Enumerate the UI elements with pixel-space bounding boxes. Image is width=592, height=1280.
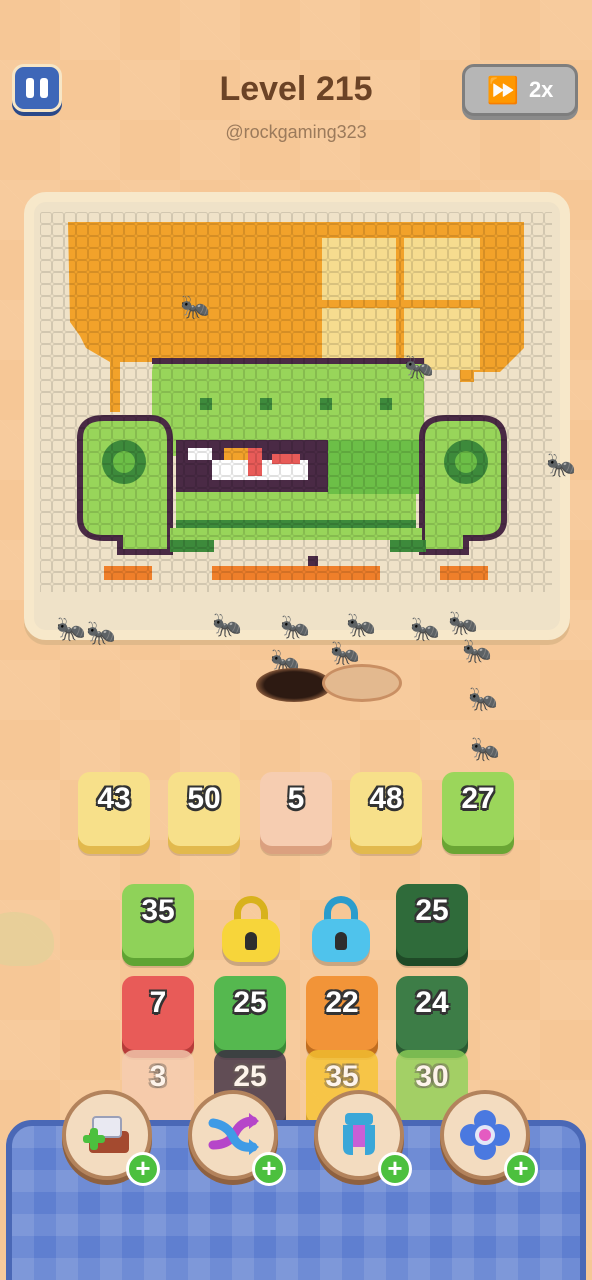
speed-button[interactable]: ⏩ 2x [462, 64, 578, 116]
flower-icon [460, 1110, 510, 1160]
grid-tile[interactable]: 25 [214, 976, 286, 1050]
flower-plus-button[interactable]: + [504, 1152, 538, 1186]
ant-icon: 🐜 [448, 610, 478, 637]
conveyor-tile[interactable]: 48 [350, 772, 422, 846]
ant-icon: 🐜 [470, 736, 500, 763]
conveyor-tile[interactable]: 27 [442, 772, 514, 846]
plant-decoration [0, 912, 54, 966]
grid-tile[interactable]: 35 [122, 884, 194, 958]
hole-lid [322, 664, 402, 702]
ant-icon: 🐜 [462, 638, 492, 665]
ant-icon: 🐜 [410, 616, 440, 643]
fast-forward-icon: ⏩ [486, 75, 519, 105]
pause-button[interactable] [12, 64, 62, 112]
pause-icon [26, 78, 34, 98]
ant-hole [256, 668, 332, 702]
keyhole-icon [245, 931, 257, 950]
grid-tile[interactable]: 25 [396, 884, 468, 958]
ant-icon: 🐜 [468, 686, 498, 713]
yellow-lock-icon [222, 896, 280, 962]
add-tray-plus-button[interactable]: + [126, 1152, 160, 1186]
conveyor-tile[interactable]: 50 [168, 772, 240, 846]
ant-icon: 🐜 [180, 294, 210, 321]
ant-icon: 🐜 [86, 620, 116, 647]
keyhole-icon [335, 931, 347, 950]
shuffle-plus-button[interactable]: + [252, 1152, 286, 1186]
ant-icon: 🐜 [546, 452, 576, 479]
ant-icon: 🐜 [404, 354, 434, 381]
ant-icon: 🐜 [56, 616, 86, 643]
magnet-icon [343, 1113, 375, 1155]
magnet-plus-button[interactable]: + [378, 1152, 412, 1186]
speed-label: 2x [528, 77, 554, 102]
blue-lock-icon [312, 896, 370, 962]
ant-icon: 🐜 [212, 612, 242, 639]
pixel-art-picture [40, 212, 552, 592]
username-label: @rockgaming323 [225, 122, 367, 142]
ant-icon: 🐜 [330, 640, 360, 667]
ant-icon: 🐜 [280, 614, 310, 641]
grid-tile[interactable]: 7 [122, 976, 194, 1050]
conveyor-tile[interactable]: 5 [260, 772, 332, 846]
ant-icon: 🐜 [346, 612, 376, 639]
grid-tile[interactable]: 24 [396, 976, 468, 1050]
level-title: Level 215 [219, 70, 373, 108]
add-tray-icon [83, 1116, 129, 1153]
shuffle-icon [208, 1113, 259, 1155]
conveyor-tile[interactable]: 43 [78, 772, 150, 846]
grid-tile[interactable]: 22 [306, 976, 378, 1050]
